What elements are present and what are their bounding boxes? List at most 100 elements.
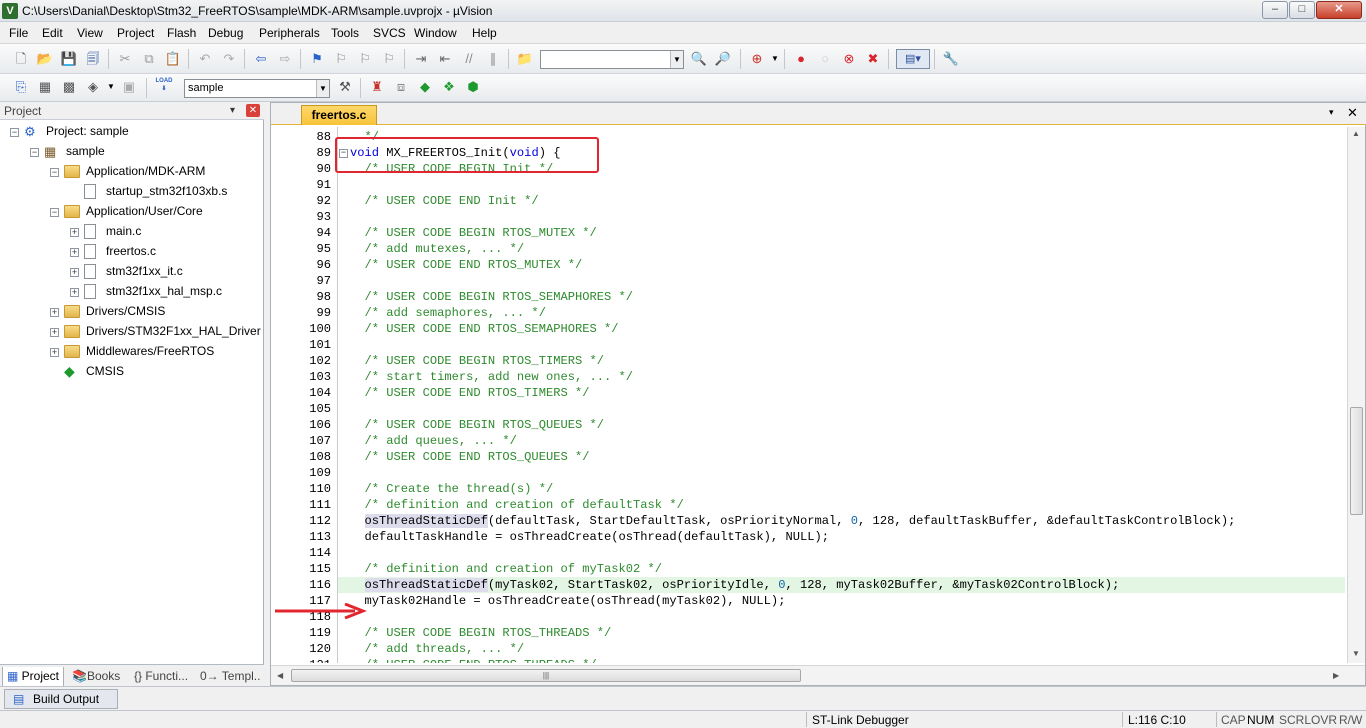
tree-item[interactable]: − ⚙ Project: sample bbox=[0, 122, 264, 142]
disable-breakpoint-icon[interactable]: ○ bbox=[816, 50, 834, 68]
tab-freertos-c[interactable]: freertos.c bbox=[301, 105, 377, 125]
vertical-scrollbar[interactable]: ▲ ▼ bbox=[1347, 127, 1365, 663]
tree-item[interactable]: ◆ CMSIS bbox=[0, 362, 264, 382]
tree-item[interactable]: + freertos.c bbox=[0, 242, 264, 262]
tab-list-icon[interactable]: ▾ bbox=[1329, 107, 1334, 118]
menu-edit[interactable]: Edit bbox=[42, 26, 63, 40]
redo-icon[interactable]: ↷ bbox=[220, 50, 238, 68]
build-icon[interactable]: ▦ bbox=[36, 78, 54, 96]
tree-item[interactable]: − Application/MDK-ARM bbox=[0, 162, 264, 182]
menu-svcs[interactable]: SVCS bbox=[373, 26, 406, 40]
expand-icon[interactable]: + bbox=[50, 348, 59, 357]
tree-item[interactable]: + Drivers/STM32F1xx_HAL_Driver bbox=[0, 322, 264, 342]
collapse-icon[interactable]: − bbox=[50, 168, 59, 177]
undo-icon[interactable]: ↶ bbox=[196, 50, 214, 68]
pack-installer-icon[interactable]: ❖ bbox=[440, 78, 458, 96]
breakpoint-icon[interactable]: ● bbox=[792, 50, 810, 68]
fold-collapse-icon[interactable]: − bbox=[339, 149, 348, 158]
expand-icon[interactable]: + bbox=[70, 288, 79, 297]
horizontal-scroll-thumb[interactable]: ||| bbox=[291, 669, 801, 682]
menu-flash[interactable]: Flash bbox=[167, 26, 196, 40]
panel-dropdown-icon[interactable]: ▾ bbox=[230, 105, 235, 116]
minimize-button[interactable]: – bbox=[1262, 1, 1288, 19]
batch-build-icon[interactable]: ◈ bbox=[84, 78, 102, 96]
scroll-up-icon[interactable]: ▲ bbox=[1352, 129, 1360, 138]
translate-icon[interactable]: ⎘ bbox=[12, 78, 30, 96]
expand-icon[interactable]: + bbox=[70, 228, 79, 237]
target-select[interactable]: sample ▼ bbox=[184, 79, 330, 98]
scroll-right-icon[interactable]: ▶ bbox=[1333, 671, 1339, 680]
comment-icon[interactable]: // bbox=[460, 50, 478, 68]
tree-item[interactable]: + stm32f1xx_it.c bbox=[0, 262, 264, 282]
download-icon[interactable]: LOAD ⬇ bbox=[154, 77, 174, 97]
menu-project[interactable]: Project bbox=[117, 26, 154, 40]
next-bookmark-icon[interactable]: ⚐ bbox=[356, 50, 374, 68]
new-file-icon[interactable]: 🗋 bbox=[12, 50, 30, 68]
code-editor[interactable]: 88 89 90 91 92 93 94 95 96 97 98 99 100 101 102 103 104 1… bbox=[271, 127, 1345, 663]
paste-icon[interactable]: 📋 bbox=[164, 50, 182, 68]
expand-icon[interactable]: + bbox=[70, 248, 79, 257]
manage-components-icon[interactable]: ♜ bbox=[368, 78, 386, 96]
chevron-down-icon[interactable]: ▼ bbox=[316, 80, 329, 97]
expand-icon[interactable]: + bbox=[70, 268, 79, 277]
panel-close-icon[interactable]: ✕ bbox=[246, 104, 260, 117]
tree-item[interactable]: − Application/User/Core bbox=[0, 202, 264, 222]
save-all-icon[interactable]: 🗐 bbox=[84, 50, 102, 68]
close-window-button[interactable]: ✕ bbox=[1316, 1, 1362, 19]
maximize-button[interactable]: □ bbox=[1289, 1, 1315, 19]
select-software-packs-icon[interactable]: ⬢ bbox=[464, 78, 482, 96]
build-output-tab[interactable]: ▤ Build Output bbox=[4, 689, 118, 709]
stop-build-icon[interactable]: ▣ bbox=[120, 78, 138, 96]
collapse-icon[interactable]: − bbox=[10, 128, 19, 137]
menu-debug[interactable]: Debug bbox=[208, 26, 243, 40]
configure-icon[interactable]: 🔧 bbox=[942, 50, 960, 68]
expand-icon[interactable]: + bbox=[50, 308, 59, 317]
clear-bookmarks-icon[interactable]: ⚐ bbox=[380, 50, 398, 68]
uncomment-icon[interactable]: ∥ bbox=[484, 50, 502, 68]
cut-icon[interactable]: ✂ bbox=[116, 50, 134, 68]
run-time-environment-icon[interactable]: ◆ bbox=[416, 78, 434, 96]
tree-item[interactable]: + stm32f1xx_hal_msp.c bbox=[0, 282, 264, 302]
prev-bookmark-icon[interactable]: ⚐ bbox=[332, 50, 350, 68]
debug-session-icon[interactable]: ⊕ bbox=[748, 50, 766, 68]
save-icon[interactable]: 💾 bbox=[60, 50, 78, 68]
tab-project[interactable]: ▦ Project bbox=[2, 667, 64, 687]
menu-help[interactable]: Help bbox=[472, 26, 497, 40]
navigate-back-icon[interactable]: ⇦ bbox=[252, 50, 270, 68]
horizontal-scrollbar[interactable]: ◀ ||| ▶ bbox=[271, 665, 1365, 685]
tree-item[interactable]: + main.c bbox=[0, 222, 264, 242]
target-options-icon[interactable]: ⚒ bbox=[336, 78, 354, 96]
expand-icon[interactable]: + bbox=[50, 328, 59, 337]
vertical-scroll-thumb[interactable] bbox=[1350, 407, 1363, 515]
incremental-find-icon[interactable]: 🔍 bbox=[690, 50, 708, 68]
window-layout-icon[interactable]: ▤▾ bbox=[896, 49, 930, 69]
menu-peripherals[interactable]: Peripherals bbox=[259, 26, 320, 40]
collapse-icon[interactable]: − bbox=[50, 208, 59, 217]
indent-icon[interactable]: ⇥ bbox=[412, 50, 430, 68]
kill-all-breakpoints-icon[interactable]: ✖ bbox=[864, 50, 882, 68]
copy-icon[interactable]: ⧉ bbox=[140, 50, 158, 68]
rebuild-icon[interactable]: ▩ bbox=[60, 78, 78, 96]
navigate-forward-icon[interactable]: ⇨ bbox=[276, 50, 294, 68]
unindent-icon[interactable]: ⇤ bbox=[436, 50, 454, 68]
disable-all-breakpoints-icon[interactable]: ⊗ bbox=[840, 50, 858, 68]
tree-item[interactable]: + Drivers/CMSIS bbox=[0, 302, 264, 322]
tab-functions[interactable]: {} Functi... bbox=[130, 667, 194, 687]
menu-tools[interactable]: Tools bbox=[331, 26, 359, 40]
close-tab-icon[interactable]: ✕ bbox=[1347, 105, 1358, 121]
menu-file[interactable]: File bbox=[9, 26, 28, 40]
find-icon[interactable]: 🔎 bbox=[714, 50, 732, 68]
file-extensions-icon[interactable]: ⧈ bbox=[392, 78, 410, 96]
chevron-down-icon[interactable]: ▼ bbox=[102, 78, 120, 96]
tab-books[interactable]: 📚Books bbox=[68, 667, 128, 687]
scroll-down-icon[interactable]: ▼ bbox=[1352, 649, 1360, 658]
chevron-down-icon[interactable]: ▼ bbox=[670, 51, 683, 68]
tab-templates[interactable]: 0→ Templ... bbox=[196, 667, 260, 687]
find-in-files-icon[interactable]: 📁 bbox=[516, 50, 534, 68]
tree-item[interactable]: startup_stm32f103xb.s bbox=[0, 182, 264, 202]
chevron-down-icon[interactable]: ▼ bbox=[766, 50, 784, 68]
scroll-left-icon[interactable]: ◀ bbox=[277, 671, 283, 680]
find-combo[interactable]: ▼ bbox=[540, 50, 684, 69]
collapse-icon[interactable]: − bbox=[30, 148, 39, 157]
open-file-icon[interactable]: 📂 bbox=[36, 50, 54, 68]
